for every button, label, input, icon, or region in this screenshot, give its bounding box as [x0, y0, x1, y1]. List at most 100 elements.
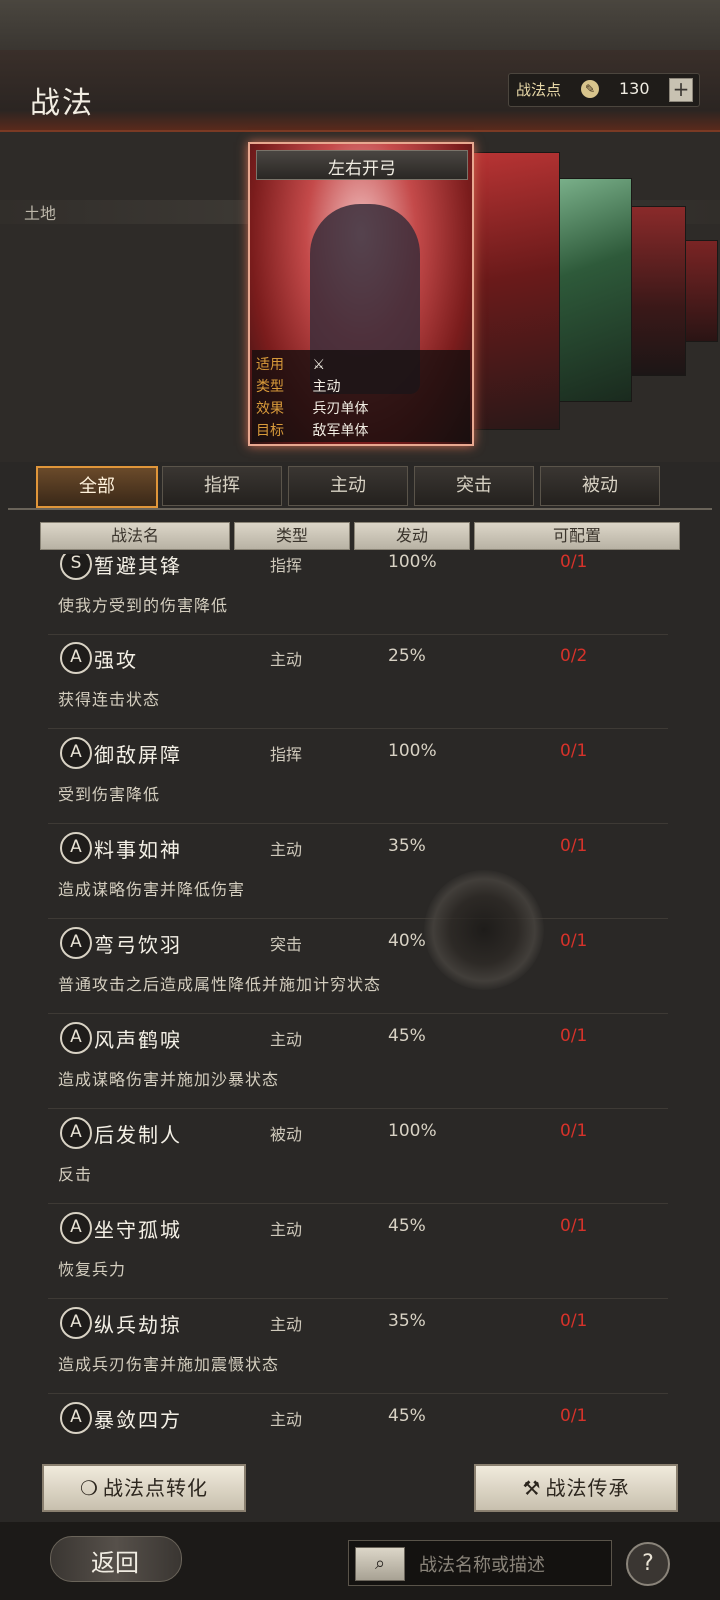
column-rate[interactable]: 发动 [354, 522, 470, 550]
column-type[interactable]: 类型 [234, 522, 350, 550]
skill-type: 指挥 [270, 745, 303, 764]
bow-icon: ⚔ [312, 357, 326, 373]
grade-badge: A [60, 927, 92, 959]
search-input[interactable]: ⌕ 战法名称或描述 [348, 1540, 612, 1586]
top-decoration [0, 0, 720, 50]
card-back-1[interactable] [470, 152, 560, 430]
convert-points-button[interactable]: ❍ 战法点转化 [42, 1464, 246, 1512]
search-placeholder: 战法名称或描述 [419, 1555, 545, 1576]
skill-rate: 100% [388, 554, 437, 572]
skill-row[interactable]: A 后发制人 被动 100% 0/1 反击 [48, 1109, 668, 1204]
skill-type: 主动 [270, 1220, 303, 1239]
grade-badge: A [60, 1212, 92, 1244]
skill-row[interactable]: A 弯弓饮羽 突击 40% 0/1 普通攻击之后造成属性降低并施加计穷状态 [48, 919, 668, 1014]
grade-badge: A [60, 1022, 92, 1054]
card-info-row: 效果 兵刃单体 [256, 401, 369, 417]
card-info-row: 适用 ⚔ [256, 357, 326, 373]
skill-desc: 恢复兵力 [58, 1260, 127, 1279]
brush-icon: ✎ [581, 80, 599, 98]
skill-points-panel: 战法点 ✎ 130 + [508, 73, 700, 107]
skill-alloc: 0/1 [560, 836, 588, 856]
skill-name: 强攻 [94, 648, 138, 672]
skill-desc: 获得连击状态 [58, 690, 161, 709]
skill-rate: 100% [388, 741, 437, 761]
grade-badge: A [60, 642, 92, 674]
help-button[interactable]: ? [626, 1542, 670, 1586]
skill-row[interactable]: A 强攻 主动 25% 0/2 获得连击状态 [48, 634, 668, 729]
card-info-row: 目标 敌军单体 [256, 423, 369, 439]
skill-points-value: 130 [619, 79, 650, 98]
card-back-2[interactable] [556, 178, 632, 402]
skill-alloc: 0/1 [560, 931, 588, 951]
skill-type: 主动 [270, 840, 303, 859]
skill-name: 暴敛四方 [94, 1408, 182, 1432]
column-alloc[interactable]: 可配置 [474, 522, 680, 550]
skill-desc: 造成谋略伤害并施加沙暴状态 [58, 1070, 280, 1089]
skill-rate: 35% [388, 1311, 426, 1331]
skill-name: 纵兵劫掠 [94, 1313, 182, 1337]
add-points-button[interactable]: + [669, 78, 693, 102]
bottom-nav: 返回 ⌕ 战法名称或描述 ? [0, 1522, 720, 1600]
skill-row[interactable]: A 纵兵劫掠 主动 35% 0/1 造成兵刃伤害并施加震慑状态 [48, 1299, 668, 1394]
skill-rate: 40% [388, 931, 426, 951]
skill-rate: 45% [388, 1216, 426, 1236]
skill-type: 被动 [270, 1125, 303, 1144]
skill-row[interactable]: A 坐守孤城 主动 45% 0/1 恢复兵力 [48, 1204, 668, 1299]
skill-rate: 100% [388, 1121, 437, 1141]
land-label: 土地 [24, 204, 57, 223]
grade-badge: S [60, 554, 92, 580]
grade-badge: A [60, 1117, 92, 1149]
page-title: 战法 [30, 86, 94, 121]
skill-alloc: 0/1 [560, 1406, 588, 1426]
skill-type: 突击 [270, 935, 303, 954]
search-icon[interactable]: ⌕ [355, 1547, 405, 1581]
card-info-row: 类型 主动 [256, 379, 341, 395]
skill-alloc: 0/1 [560, 1121, 588, 1141]
skill-type: 主动 [270, 650, 303, 669]
skill-rate: 25% [388, 646, 426, 666]
skill-name: 风声鹤唳 [94, 1028, 182, 1052]
grade-badge: A [60, 1402, 92, 1434]
skill-row[interactable]: A 御敌屏障 指挥 100% 0/1 受到伤害降低 [48, 729, 668, 824]
skill-points-label: 战法点 [516, 81, 562, 99]
selected-skill-card[interactable]: 左右开弓 适用 ⚔ 类型 主动 效果 兵刃单体 目标 敌军单体 [248, 142, 474, 446]
tab-assault[interactable]: 突击 [414, 466, 534, 506]
grade-badge: A [60, 737, 92, 769]
skill-row[interactable]: A 风声鹤唳 主动 45% 0/1 造成谋略伤害并施加沙暴状态 [48, 1014, 668, 1109]
skill-alloc: 0/2 [560, 646, 588, 666]
skill-alloc: 0/1 [560, 1026, 588, 1046]
skill-name: 御敌屏障 [94, 743, 182, 767]
skill-name: 料事如神 [94, 838, 182, 862]
column-name[interactable]: 战法名 [40, 522, 230, 550]
back-label: 返回 [91, 1549, 139, 1577]
tab-divider [8, 508, 712, 510]
inherit-skill-button[interactable]: ⚒ 战法传承 [474, 1464, 678, 1512]
skill-row[interactable]: A 暴敛四方 主动 45% 0/1 [48, 1394, 668, 1454]
skill-name: 后发制人 [94, 1123, 182, 1147]
skill-desc: 造成兵刃伤害并施加震慑状态 [58, 1355, 280, 1374]
tab-passive[interactable]: 被动 [540, 466, 660, 506]
skill-alloc: 0/1 [560, 1216, 588, 1236]
convert-points-label: 战法点转化 [102, 1476, 208, 1500]
tab-all[interactable]: 全部 [36, 466, 158, 508]
column-headers: 战法名 类型 发动 可配置 [40, 522, 680, 550]
footer-actions: ❍ 战法点转化 ⚒ 战法传承 [0, 1458, 720, 1518]
skill-type: 指挥 [270, 556, 303, 575]
skill-row[interactable]: S 暂避其锋 指挥 100% 0/1 使我方受到的伤害降低 [48, 554, 668, 635]
skill-list[interactable]: S 暂避其锋 指挥 100% 0/1 使我方受到的伤害降低 A 强攻 主动 25… [0, 554, 720, 1454]
inherit-skill-label: 战法传承 [545, 1476, 630, 1500]
skill-rate: 45% [388, 1406, 426, 1426]
tab-command[interactable]: 指挥 [162, 466, 282, 506]
skill-type: 主动 [270, 1030, 303, 1049]
card-info: 适用 ⚔ 类型 主动 效果 兵刃单体 目标 敌军单体 [252, 350, 470, 442]
tab-active[interactable]: 主动 [288, 466, 408, 506]
skill-desc: 使我方受到的伤害降低 [58, 596, 229, 615]
hammer-icon: ⚒ [522, 1476, 542, 1500]
skill-desc: 受到伤害降低 [58, 785, 161, 804]
skill-type: 主动 [270, 1315, 303, 1334]
grade-badge: A [60, 832, 92, 864]
skill-row[interactable]: A 料事如神 主动 35% 0/1 造成谋略伤害并降低伤害 [48, 824, 668, 919]
skill-alloc: 0/1 [560, 554, 588, 572]
back-button[interactable]: 返回 [50, 1536, 182, 1582]
skill-rate: 35% [388, 836, 426, 856]
